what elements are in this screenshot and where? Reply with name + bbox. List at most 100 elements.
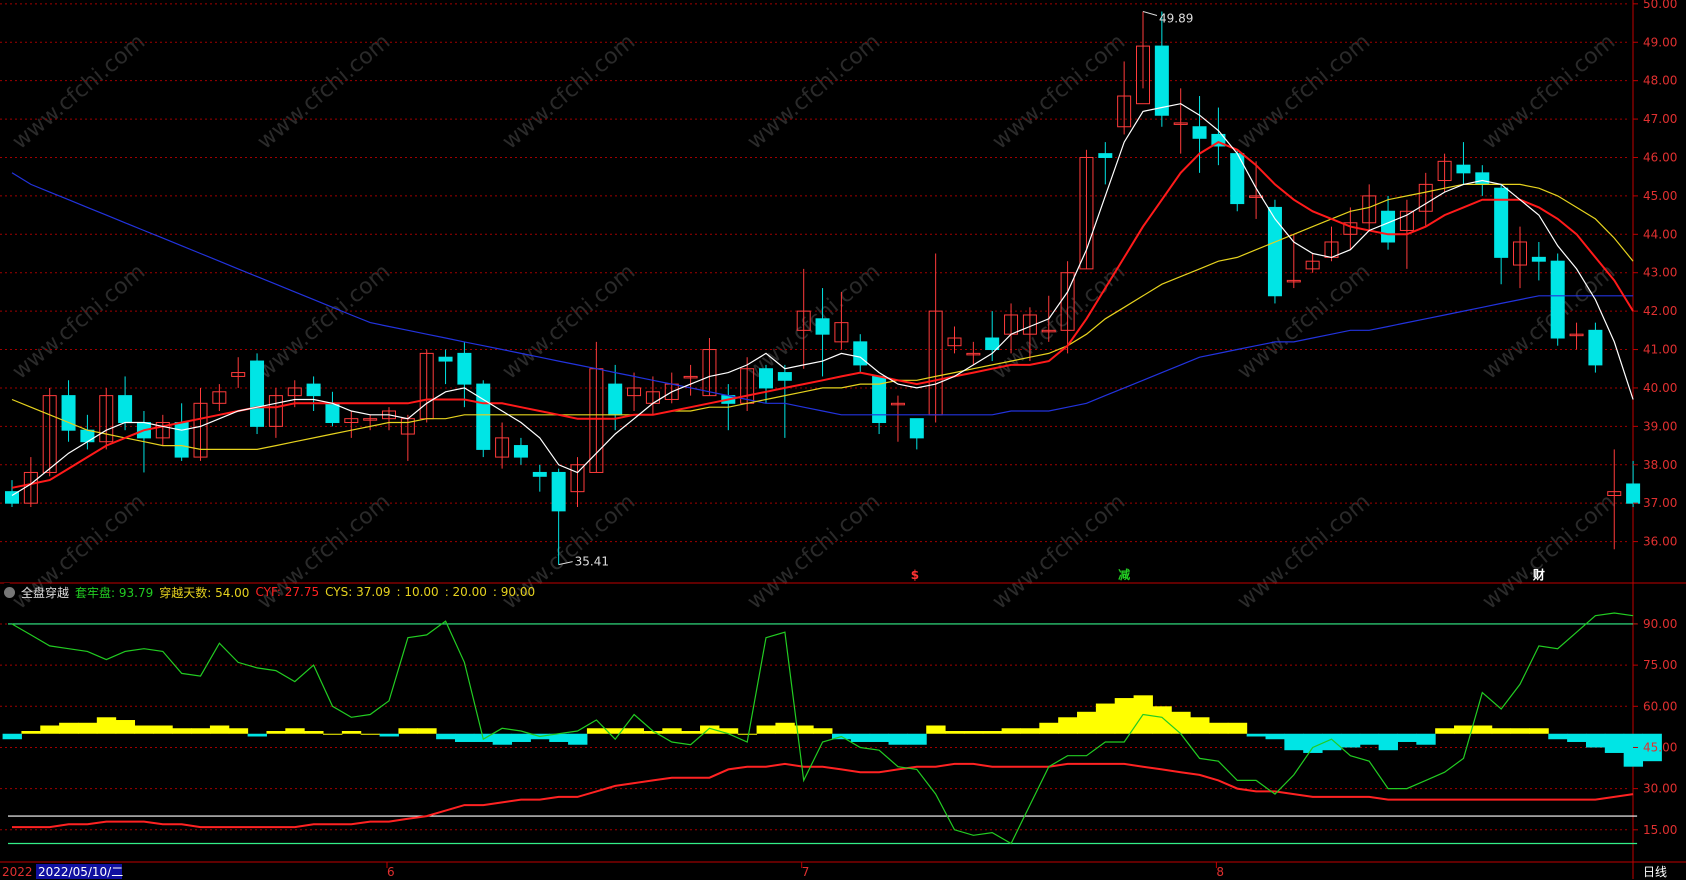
watermark-text: www.cfchi.com bbox=[498, 259, 640, 384]
hist-bar-positive bbox=[21, 731, 41, 734]
hist-bar-negative bbox=[454, 733, 475, 742]
hist-bar-negative bbox=[2, 733, 22, 740]
hist-bar-positive bbox=[1472, 725, 1493, 734]
price-axis-label: 47.00 bbox=[1643, 112, 1677, 126]
watermark-text: www.cfchi.com bbox=[988, 489, 1130, 614]
indicator-name[interactable]: 全盘穿越 bbox=[21, 584, 69, 601]
watermark-text: www.cfchi.com bbox=[1233, 489, 1375, 614]
candle-body-down bbox=[815, 318, 830, 335]
date-label: 6 bbox=[387, 865, 395, 879]
candle bbox=[1192, 96, 1207, 173]
hist-bar-negative bbox=[1284, 733, 1304, 751]
indicator-panel[interactable] bbox=[2, 612, 1662, 845]
hist-bar-positive bbox=[1114, 698, 1135, 734]
candle bbox=[1173, 88, 1188, 154]
hist-bar-positive bbox=[96, 717, 117, 734]
price-axis-label: 50.00 bbox=[1643, 0, 1677, 11]
indicator-axis-label: 15.00 bbox=[1643, 823, 1677, 837]
date-label: 2022 bbox=[2, 865, 33, 879]
candle-body-down bbox=[61, 395, 76, 431]
candle-body-down bbox=[777, 372, 792, 381]
hist-bar-negative bbox=[1397, 733, 1417, 742]
hist-bar-negative bbox=[1359, 733, 1380, 745]
price-axis-label: 41.00 bbox=[1643, 343, 1677, 357]
hist-bar-negative bbox=[511, 733, 531, 742]
legend-ref-20: : 20.00 bbox=[444, 585, 487, 599]
watermark-text: www.cfchi.com bbox=[1478, 259, 1620, 384]
candle bbox=[532, 464, 547, 492]
candle-body-down bbox=[1192, 126, 1207, 139]
watermark-text: www.cfchi.com bbox=[743, 29, 885, 154]
hist-bar-negative bbox=[850, 733, 871, 742]
price-axis-label: 38.00 bbox=[1643, 458, 1677, 472]
indicator-menu-button[interactable] bbox=[4, 586, 15, 598]
candle bbox=[1418, 172, 1433, 227]
candle bbox=[645, 376, 660, 415]
candle bbox=[683, 364, 698, 396]
hist-bar-negative bbox=[1340, 733, 1361, 748]
hist-bar-positive bbox=[360, 733, 381, 735]
hist-bar-positive bbox=[1152, 706, 1172, 734]
price-axis-label: 36.00 bbox=[1643, 535, 1677, 549]
candle bbox=[1154, 11, 1169, 127]
candle-body-down bbox=[759, 368, 773, 389]
candle bbox=[174, 403, 189, 461]
indicator-axis-label: 90.00 bbox=[1643, 617, 1677, 631]
hist-bar-positive bbox=[813, 728, 833, 734]
candle bbox=[419, 349, 434, 423]
candle bbox=[909, 418, 924, 450]
indicator-axis-label: 30.00 bbox=[1643, 782, 1677, 796]
candle bbox=[513, 437, 528, 465]
date-label: 2022/05/10/二 bbox=[38, 865, 123, 879]
candle-body-down bbox=[513, 445, 528, 458]
hist-bar-positive bbox=[1190, 717, 1210, 734]
price-grid bbox=[0, 0, 1686, 879]
hist-bar-negative bbox=[1416, 733, 1436, 745]
candle bbox=[268, 387, 283, 438]
price-axis-label: 45.00 bbox=[1643, 189, 1677, 203]
candle bbox=[1136, 11, 1150, 105]
hist-bar-negative bbox=[1303, 733, 1323, 753]
hist-bar-negative bbox=[1548, 733, 1568, 740]
candle bbox=[1267, 199, 1282, 304]
candle bbox=[476, 380, 491, 458]
candle-body-down bbox=[80, 429, 95, 443]
candle bbox=[42, 387, 57, 477]
hist-bar-positive bbox=[1095, 703, 1116, 734]
price-axis-label: 49.00 bbox=[1643, 35, 1677, 49]
event-marker: 减 bbox=[1118, 567, 1130, 582]
legend-ref-10: : 10.00 bbox=[396, 585, 439, 599]
hist-bar-negative bbox=[1246, 733, 1267, 737]
indicator-axis-label: 45.00 bbox=[1643, 740, 1677, 754]
watermark-text: www.cfchi.com bbox=[498, 29, 640, 154]
hist-bar-positive bbox=[1039, 722, 1059, 734]
candle bbox=[306, 376, 321, 411]
candle bbox=[608, 364, 623, 431]
hist-bar-negative bbox=[888, 733, 908, 745]
candle-body-down bbox=[1550, 260, 1565, 339]
event-marker: $ bbox=[911, 568, 919, 582]
candle bbox=[570, 457, 585, 508]
candle-body-down bbox=[438, 356, 453, 362]
candle bbox=[1230, 149, 1245, 212]
legend-cyf: CYF: 27.75 bbox=[255, 585, 320, 599]
watermark-text: www.cfchi.com bbox=[8, 29, 150, 154]
candle bbox=[853, 334, 868, 373]
hist-bar-positive bbox=[963, 731, 984, 734]
indicator-axis-label: 75.00 bbox=[1643, 658, 1677, 672]
candle-body-down bbox=[1475, 172, 1490, 185]
period-label[interactable]: 日线 bbox=[1630, 863, 1680, 879]
candle bbox=[627, 372, 642, 411]
candle bbox=[759, 364, 773, 404]
watermark-text: www.cfchi.com bbox=[253, 259, 395, 384]
watermark-text: www.cfchi.com bbox=[8, 259, 150, 384]
candle bbox=[1305, 253, 1320, 273]
hist-bar-positive bbox=[153, 725, 173, 734]
candle-body-down bbox=[985, 337, 1000, 351]
candle bbox=[457, 341, 472, 408]
candle bbox=[495, 422, 510, 469]
stock-chart[interactable]: www.cfchi.com www.cfchi.com www.cfchi.com w… bbox=[0, 0, 1686, 879]
hist-bar-negative bbox=[907, 733, 927, 745]
candle-body-down bbox=[325, 402, 340, 424]
candle bbox=[947, 326, 962, 354]
